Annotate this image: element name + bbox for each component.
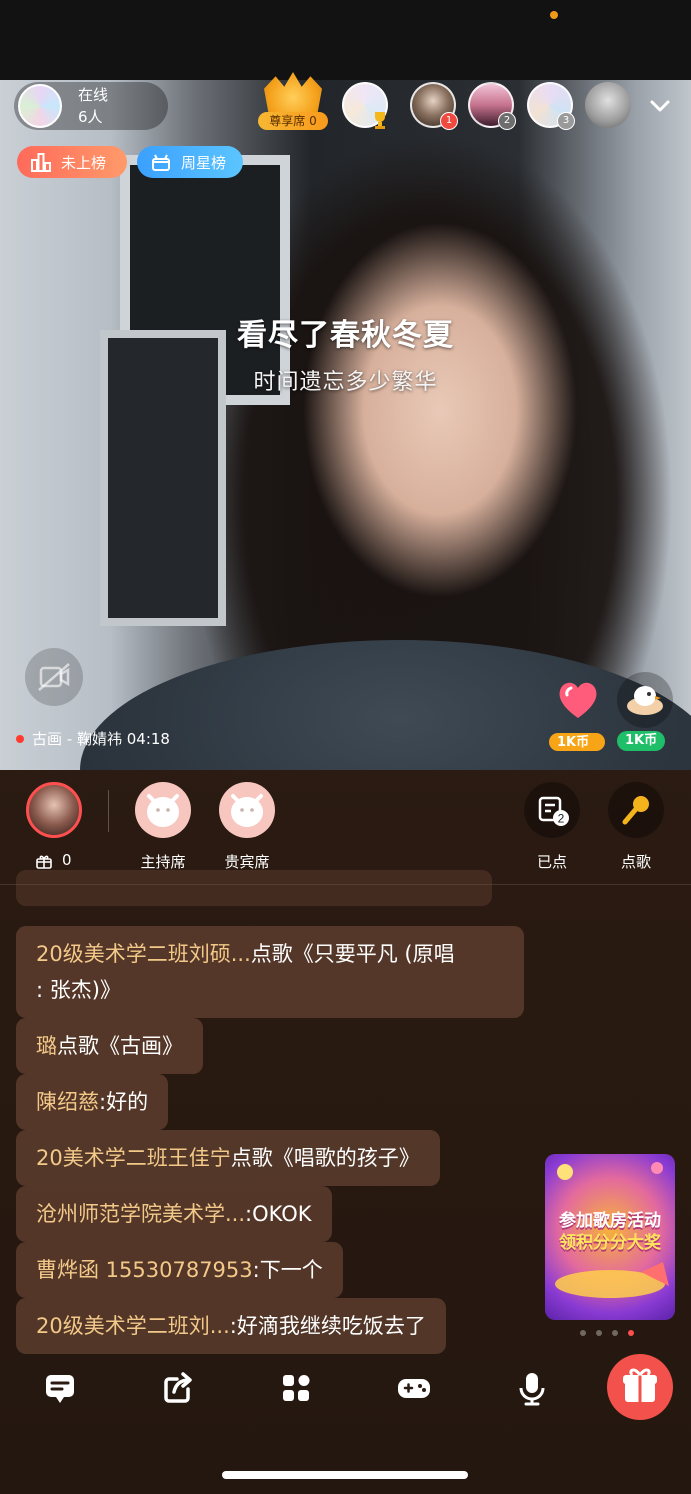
- chat-message: 20级美术学二班刘硕...点歌《只要平凡 (原唱 : 张杰)》: [16, 926, 524, 1018]
- weekly-star-button[interactable]: 周星榜: [137, 146, 243, 178]
- chat-user: 璐: [36, 1034, 57, 1058]
- ordered-songs-label: 已点: [536, 853, 567, 871]
- vip-seat-label: 尊享席 0: [258, 112, 328, 130]
- gift-icon: [623, 1368, 657, 1402]
- camera-off-button[interactable]: [25, 648, 83, 706]
- room-avatar: [18, 84, 62, 128]
- now-playing: 古画 - 鞠婧祎 04:18: [16, 728, 170, 749]
- audience-avatar[interactable]: [342, 82, 388, 129]
- guest-seat[interactable]: [219, 782, 275, 838]
- chat-user: 20级美术学二班刘...: [36, 1314, 230, 1338]
- audience-avatar[interactable]: [585, 82, 631, 128]
- chat-text: :OKOK: [245, 1202, 312, 1226]
- podium-icon: [31, 153, 51, 172]
- live-video[interactable]: [0, 80, 691, 770]
- privacy-indicator: [550, 11, 558, 19]
- chat-user: 沧州师范学院美术学...: [36, 1202, 246, 1226]
- online-count: 6人: [78, 108, 103, 126]
- chat-text: :好的: [99, 1090, 149, 1114]
- bird-gift-price: 1K币: [617, 731, 666, 751]
- not-ranked-button[interactable]: 未上榜: [17, 146, 127, 178]
- chat-text: 点歌《古画》: [57, 1034, 183, 1058]
- request-song-button[interactable]: [608, 782, 664, 838]
- chat-message: 曹烨函 15530787953:下一个: [16, 1242, 343, 1298]
- audience-avatar[interactable]: 1: [410, 82, 458, 130]
- weekly-star-label: 周星榜: [181, 153, 227, 172]
- chat-message: 沧州师范学院美术学...:OKOK: [16, 1186, 332, 1242]
- microphone-icon[interactable]: [512, 1368, 552, 1408]
- chat-user: 20级美术学二班刘硕...: [36, 942, 251, 966]
- home-indicator[interactable]: [222, 1471, 468, 1479]
- chat-message-partial: [16, 870, 492, 906]
- audience-avatar[interactable]: 3: [527, 82, 575, 130]
- ordered-count: 2: [558, 812, 565, 826]
- empty-seat-bird-icon: [147, 794, 179, 827]
- promo-pager: [580, 1330, 634, 1336]
- playlist-icon: 2: [538, 796, 569, 826]
- chat-user: 20美术学二班王佳宁: [36, 1146, 231, 1170]
- request-song-label: 点歌: [620, 853, 651, 871]
- chat-text: :好滴我继续吃饭去了: [229, 1314, 426, 1338]
- chat-text: 点歌《唱歌的孩子》: [230, 1146, 420, 1170]
- chat-message: 20级美术学二班刘...:好滴我继续吃饭去了: [16, 1298, 446, 1354]
- empty-seat-bird-icon: [231, 794, 263, 827]
- vip-seat-button[interactable]: 尊享席 0: [258, 72, 328, 132]
- chat-message: 陳绍慈:好的: [16, 1074, 169, 1130]
- event-promo-banner[interactable]: 参加歌房活动 领积分分大奖: [545, 1154, 675, 1320]
- pager-dot: [580, 1330, 586, 1336]
- share-icon[interactable]: [158, 1368, 198, 1408]
- comment-icon[interactable]: [40, 1368, 80, 1408]
- gift-box-icon: [152, 154, 170, 171]
- trophy-icon: [375, 112, 385, 129]
- seat-row: 0 主持席 贵宾席 2 已点 点歌: [0, 770, 691, 885]
- seat-divider: [108, 790, 109, 832]
- chat-text: 点歌《只要平凡 (原唱: [250, 942, 455, 966]
- audience-avatar[interactable]: 2: [468, 82, 516, 130]
- chat-text: :下一个: [252, 1258, 323, 1282]
- lyric-current: 看尽了春秋冬夏: [237, 318, 454, 353]
- heart-gift-icon[interactable]: [551, 672, 605, 726]
- online-label: 在线: [78, 86, 109, 104]
- chat-user: 曹烨函 15530787953: [36, 1258, 253, 1282]
- promo-line2: 领积分分大奖: [559, 1233, 661, 1253]
- chat-message: 20美术学二班王佳宁点歌《唱歌的孩子》: [16, 1130, 440, 1186]
- chevron-down-icon[interactable]: [648, 94, 672, 118]
- host-seat-label: 主持席: [140, 853, 186, 871]
- microphone-icon: [622, 796, 649, 825]
- crown-icon: [264, 72, 322, 114]
- online-count-pill[interactable]: 在线 6人: [14, 82, 168, 130]
- rank-badge: 3: [557, 112, 575, 130]
- status-bar: [0, 0, 691, 80]
- heart-gift-price: 1K币: [549, 733, 605, 751]
- chat-user: 陳绍慈: [36, 1090, 99, 1114]
- host-seat[interactable]: [135, 782, 191, 838]
- pager-dot: [596, 1330, 602, 1336]
- bird-gift-icon: [627, 686, 663, 715]
- pager-dot: [612, 1330, 618, 1336]
- chat-message: 璐点歌《古画》: [16, 1018, 203, 1074]
- song-time: 04:18: [126, 729, 170, 748]
- rank-badge: 1: [440, 112, 458, 130]
- lyric-next: 时间遗忘多少繁华: [253, 370, 438, 395]
- apps-grid-icon[interactable]: [276, 1368, 316, 1408]
- chat-text-cont: : 张杰)》: [36, 978, 121, 1002]
- gamepad-icon[interactable]: [394, 1368, 434, 1408]
- singer-avatar[interactable]: [26, 782, 82, 838]
- singer-gift-count: 0: [62, 851, 72, 869]
- pager-dot-active: [628, 1330, 634, 1336]
- send-gift-button[interactable]: [607, 1354, 673, 1420]
- camera-off-icon: [38, 663, 70, 691]
- not-ranked-label: 未上榜: [61, 153, 107, 172]
- bird-gift-button[interactable]: [617, 672, 673, 728]
- guest-seat-label: 贵宾席: [224, 853, 270, 871]
- song-name: 古画 - 鞠婧祎: [32, 730, 122, 748]
- ordered-songs-button[interactable]: 2: [524, 782, 580, 838]
- live-dot: [16, 734, 24, 743]
- rank-badge: 2: [498, 112, 516, 130]
